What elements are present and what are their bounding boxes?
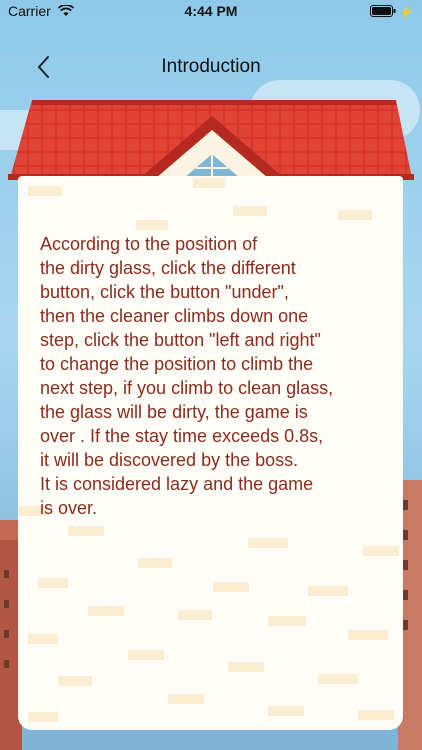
brick [233, 206, 267, 216]
brick [193, 178, 225, 188]
introduction-text: According to the position of the dirty g… [40, 234, 334, 518]
navigation-bar: Introduction [0, 44, 422, 92]
charging-icon: ⚡ [399, 5, 414, 19]
brick [28, 712, 58, 722]
brick [338, 210, 372, 220]
brick [318, 674, 358, 684]
brick [128, 650, 164, 660]
page-title: Introduction [161, 56, 261, 77]
brick [228, 662, 264, 672]
brick [348, 630, 388, 640]
roof [8, 100, 414, 180]
status-bar: Carrier 4:44 PM ⚡ [0, 0, 422, 22]
brick [248, 538, 288, 548]
brick [168, 694, 204, 704]
brick [178, 610, 212, 620]
brick [268, 616, 306, 626]
brick [268, 706, 304, 716]
brick [358, 710, 394, 720]
brick [363, 546, 399, 556]
brick [58, 676, 92, 686]
brick [38, 578, 68, 588]
brick [68, 526, 104, 536]
status-right: ⚡ [370, 4, 414, 20]
brick [136, 220, 168, 230]
brick [308, 586, 348, 596]
brick [213, 582, 249, 592]
battery-icon [370, 4, 396, 20]
brick [138, 558, 172, 568]
clock: 4:44 PM [184, 3, 238, 19]
brick [88, 606, 124, 616]
brick [28, 186, 62, 196]
brick [28, 634, 58, 644]
